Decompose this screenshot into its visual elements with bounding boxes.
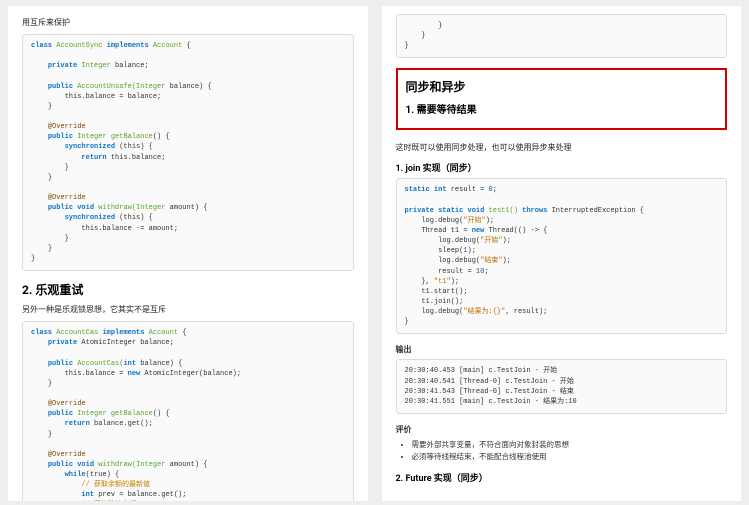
output-label: 输出 — [396, 344, 728, 355]
list-item: 必须等待线程结束，不能配合线程池使用 — [412, 451, 728, 463]
heading-need-wait-result: 1. 需要等待结果 — [406, 101, 718, 116]
highlight-callout: 同步和异步 1. 需要等待结果 — [396, 68, 728, 130]
code-trailing-braces: } } } — [396, 14, 728, 58]
eval-bullets: 需要外部共享变量，不符合面向对象封装的思想 必须等待线程结束，不能配合线程池使用 — [412, 439, 728, 463]
code-accountcas: class AccountCas implements Account { pr… — [22, 321, 354, 501]
heading-join-impl: 1. join 实现（同步） — [396, 161, 728, 174]
code-accountsync: class AccountSync implements Account { p… — [22, 34, 354, 271]
page-left: 用互斥来保护 class AccountSync implements Acco… — [8, 6, 368, 501]
eval-label: 评价 — [396, 424, 728, 435]
heading-future-impl: 2. Future 实现（同步） — [396, 471, 728, 484]
sub-text: 另外一种是乐观锁思想，它其实不是互斥 — [22, 304, 354, 315]
desc-after-callout: 这时既可以使用同步处理，也可以使用异步来处理 — [396, 142, 728, 153]
heading-sync-async: 同步和异步 — [406, 78, 718, 95]
code-output: 20:30:40.453 [main] c.TestJoin - 开始 20:3… — [396, 359, 728, 414]
intro-text: 用互斥来保护 — [22, 17, 354, 28]
page-right: } } } 同步和异步 1. 需要等待结果 这时既可以使用同步处理，也可以使用异… — [382, 6, 742, 501]
code-join-test1: static int result = 0; private static vo… — [396, 178, 728, 334]
list-item: 需要外部共享变量，不符合面向对象封装的思想 — [412, 439, 728, 451]
heading-optimistic-retry: 2. 乐观重试 — [22, 281, 354, 298]
